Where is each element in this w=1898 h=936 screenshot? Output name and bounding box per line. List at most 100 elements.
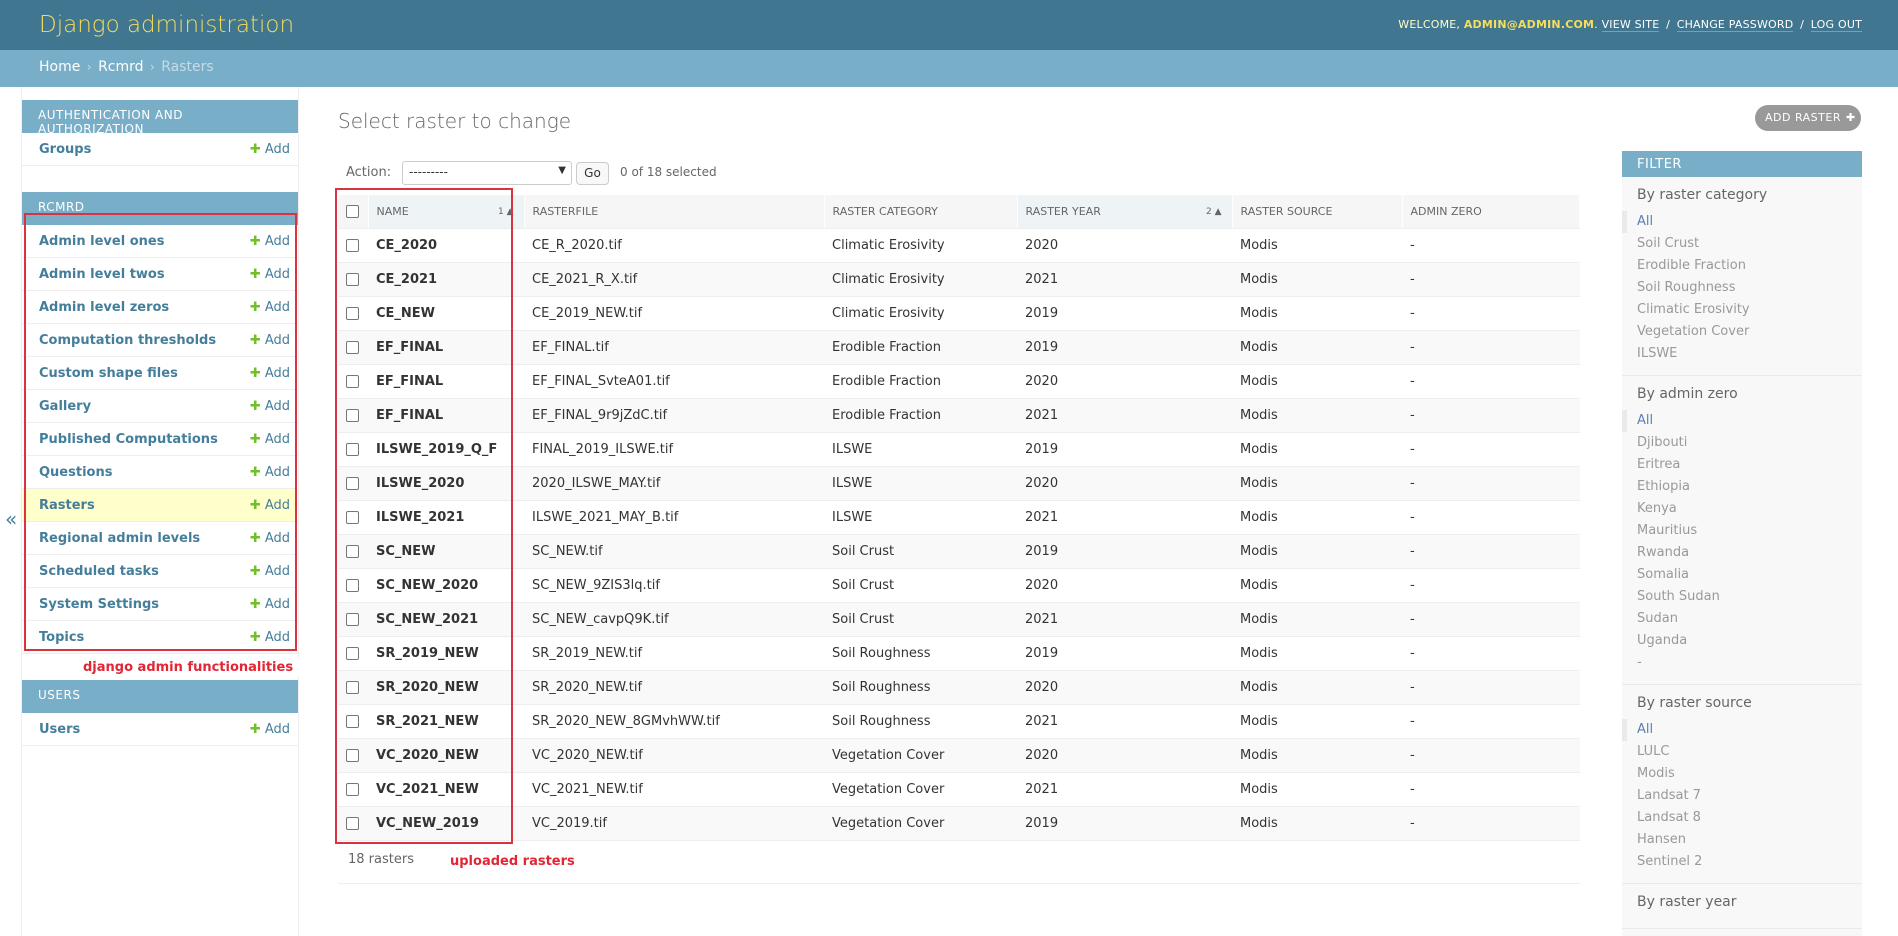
raster-name-link[interactable]: VC_NEW_2019	[368, 806, 524, 841]
select-all-checkbox[interactable]	[346, 205, 359, 218]
row-checkbox[interactable]	[346, 782, 359, 796]
raster-name-link[interactable]: ILSWE_2021	[368, 500, 524, 535]
row-checkbox[interactable]	[346, 306, 359, 320]
raster-file-link[interactable]: SR_2019_NEW.tif	[524, 636, 824, 671]
raster-name-link[interactable]: SC_NEW_2021	[368, 602, 524, 637]
row-checkbox[interactable]	[346, 340, 359, 354]
breadcrumb-app[interactable]: Rcmrd	[98, 59, 143, 75]
row-checkbox[interactable]	[346, 408, 359, 422]
filter-option[interactable]: Soil Crust	[1622, 233, 1862, 255]
raster-name-link[interactable]: CE_NEW	[368, 296, 524, 331]
raster-file-link[interactable]: SC_NEW_9ZIS3lq.tif	[524, 568, 824, 603]
sidebar-item-admin-level-twos[interactable]: Admin level twos ✚ Add	[22, 258, 298, 291]
row-checkbox[interactable]	[346, 476, 359, 490]
raster-name-link[interactable]: SR_2021_NEW	[368, 704, 524, 739]
raster-name-link[interactable]: SC_NEW_2020	[368, 568, 524, 603]
module-caption-auth[interactable]: AUTHENTICATION AND AUTHORIZATION	[22, 100, 298, 136]
filter-option[interactable]: ILSWE	[1622, 343, 1862, 365]
add-link[interactable]: ✚ Add	[250, 597, 290, 612]
raster-name-link[interactable]: VC_2021_NEW	[368, 772, 524, 807]
nav-sidebar-toggle[interactable]: «	[0, 87, 22, 936]
go-button[interactable]: Go	[576, 162, 609, 185]
sidebar-item-label[interactable]: Rasters	[39, 498, 95, 513]
sidebar-item-gallery[interactable]: Gallery ✚ Add	[22, 390, 298, 423]
sidebar-item-users[interactable]: Users ✚ Add	[22, 713, 298, 746]
column-label-raster-year[interactable]: RASTER YEAR	[1026, 205, 1101, 218]
filter-option[interactable]: Soil Roughness	[1622, 277, 1862, 299]
raster-file-link[interactable]: SC_NEW.tif	[524, 534, 824, 569]
raster-file-link[interactable]: SR_2020_NEW.tif	[524, 670, 824, 705]
filter-option[interactable]: LULC	[1622, 741, 1862, 763]
sidebar-item-label[interactable]: Computation thresholds	[39, 333, 216, 348]
add-raster-label[interactable]: ADD RASTER	[1765, 111, 1841, 124]
row-checkbox[interactable]	[346, 646, 359, 660]
row-checkbox[interactable]	[346, 680, 359, 694]
filter-option[interactable]: Erodible Fraction	[1622, 255, 1862, 277]
sidebar-item-topics[interactable]: Topics ✚ Add	[22, 621, 298, 654]
sidebar-item-label[interactable]: Custom shape files	[39, 366, 178, 381]
action-select[interactable]: --------- ▼	[402, 161, 572, 185]
view-site-link[interactable]: VIEW SITE	[1601, 18, 1660, 32]
row-checkbox[interactable]	[346, 374, 359, 388]
raster-file-link[interactable]: VC_2021_NEW.tif	[524, 772, 824, 807]
sidebar-item-label[interactable]: System Settings	[39, 597, 159, 612]
column-header-raster-source[interactable]: RASTER SOURCE	[1232, 195, 1403, 229]
raster-file-link[interactable]: EF_FINAL.tif	[524, 330, 824, 365]
filter-option[interactable]: Landsat 7	[1622, 785, 1862, 807]
row-checkbox[interactable]	[346, 238, 359, 252]
raster-file-link[interactable]: CE_R_2020.tif	[524, 228, 824, 263]
raster-name-link[interactable]: SC_NEW	[368, 534, 524, 569]
filter-option[interactable]: All	[1622, 211, 1862, 233]
sort-indicator-icon[interactable]: 2 ▲	[1206, 207, 1222, 217]
sidebar-item-label[interactable]: Topics	[39, 630, 84, 645]
row-checkbox[interactable]	[346, 510, 359, 524]
sidebar-item-label[interactable]: Gallery	[39, 399, 91, 414]
sidebar-item-label[interactable]: Admin level ones	[39, 234, 164, 249]
sidebar-item-published-computations[interactable]: Published Computations ✚ Add	[22, 423, 298, 456]
filter-option[interactable]: Landsat 8	[1622, 807, 1862, 829]
column-header-rasterfile[interactable]: RASTERFILE	[524, 195, 825, 229]
add-link[interactable]: ✚ Add	[250, 722, 290, 737]
filter-option[interactable]: Vegetation Cover	[1622, 321, 1862, 343]
column-header-raster-year[interactable]: RASTER YEAR 2 ▲	[1017, 195, 1233, 229]
sidebar-item-label[interactable]: Admin level zeros	[39, 300, 169, 315]
change-password-link[interactable]: CHANGE PASSWORD	[1676, 18, 1794, 32]
filter-option[interactable]: All	[1622, 719, 1862, 741]
row-checkbox[interactable]	[346, 816, 359, 830]
raster-name-link[interactable]: EF_FINAL	[368, 364, 524, 399]
filter-option[interactable]: Hansen	[1622, 829, 1862, 851]
add-link[interactable]: ✚ Add	[250, 142, 290, 157]
raster-name-link[interactable]: CE_2020	[368, 228, 524, 263]
add-link[interactable]: ✚ Add	[250, 366, 290, 381]
sidebar-item-admin-level-zeros[interactable]: Admin level zeros ✚ Add	[22, 291, 298, 324]
add-link[interactable]: ✚ Add	[250, 432, 290, 447]
module-caption-rcmrd[interactable]: RCMRD	[22, 192, 298, 225]
filter-option[interactable]: Mauritius	[1622, 520, 1862, 542]
add-link[interactable]: ✚ Add	[250, 300, 290, 315]
raster-file-link[interactable]: FINAL_2019_ILSWE.tif	[524, 432, 824, 467]
add-link[interactable]: ✚ Add	[250, 465, 290, 480]
raster-file-link[interactable]: EF_FINAL_9r9jZdC.tif	[524, 398, 824, 433]
raster-name-link[interactable]: EF_FINAL	[368, 398, 524, 433]
filter-option[interactable]: Rwanda	[1622, 542, 1862, 564]
add-link[interactable]: ✚ Add	[250, 531, 290, 546]
row-checkbox[interactable]	[346, 272, 359, 286]
log-out-link[interactable]: LOG OUT	[1810, 18, 1862, 32]
add-link[interactable]: ✚ Add	[250, 630, 290, 645]
raster-file-link[interactable]: SC_NEW_cavpQ9K.tif	[524, 602, 824, 637]
row-checkbox[interactable]	[346, 748, 359, 762]
sidebar-item-groups[interactable]: Groups ✚ Add	[22, 133, 298, 166]
sidebar-item-label[interactable]: Admin level twos	[39, 267, 165, 282]
raster-file-link[interactable]: CE_2021_R_X.tif	[524, 262, 824, 297]
row-checkbox[interactable]	[346, 612, 359, 626]
filter-option[interactable]: Uganda	[1622, 630, 1862, 652]
sort-indicator-icon[interactable]: 1 ▲	[498, 207, 514, 217]
sidebar-item-label[interactable]: Groups	[39, 142, 91, 157]
raster-file-link[interactable]: CE_2019_NEW.tif	[524, 296, 824, 331]
raster-name-link[interactable]: ILSWE_2020	[368, 466, 524, 501]
row-checkbox[interactable]	[346, 714, 359, 728]
filter-option[interactable]: Climatic Erosivity	[1622, 299, 1862, 321]
sidebar-item-label[interactable]: Regional admin levels	[39, 531, 200, 546]
row-checkbox[interactable]	[346, 578, 359, 592]
filter-option[interactable]: -	[1622, 652, 1862, 674]
